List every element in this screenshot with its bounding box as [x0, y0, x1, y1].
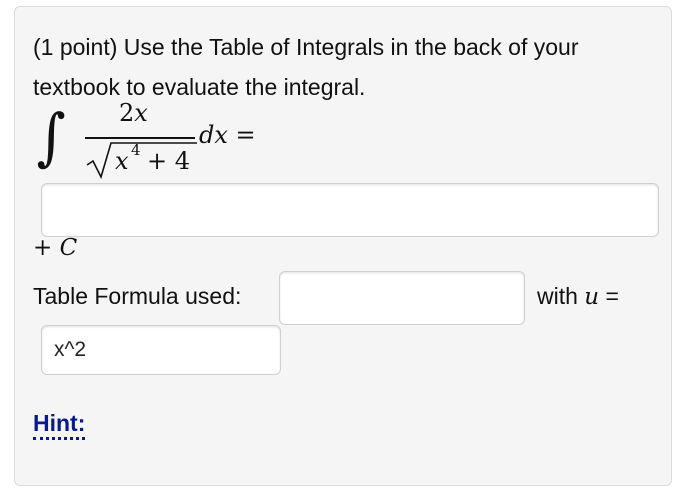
integral-expression: ∫ 2x x 4 + 4 dx = [33, 95, 313, 187]
constant-c: C [59, 235, 78, 261]
hint-link[interactable]: Hint: [33, 409, 86, 440]
plus-sign: + [33, 235, 53, 261]
with-text: with [537, 283, 578, 309]
plus-constant: + C [33, 235, 77, 261]
formula-input[interactable] [279, 271, 525, 325]
with-u-label: with u = [537, 283, 619, 310]
denominator-constant: + 4 [147, 147, 191, 175]
differential-equals: dx = [199, 121, 256, 149]
numerator-coefficient: 2 [119, 99, 135, 127]
fraction-bar [85, 137, 195, 139]
differential: dx [199, 121, 228, 149]
problem-card: (1 point) Use the Table of Integrals in … [14, 6, 672, 486]
denominator-exponent: 4 [131, 141, 141, 159]
numerator: 2x [119, 99, 148, 127]
formula-label: Table Formula used: [33, 283, 242, 309]
numerator-variable: x [134, 99, 148, 127]
u-equals-sign: = [605, 283, 619, 309]
u-variable: u [584, 284, 600, 310]
equals-sign: = [235, 121, 256, 149]
integral-sign: ∫ [36, 100, 66, 173]
answer-input[interactable] [41, 183, 659, 237]
u-substitution-input[interactable] [41, 325, 281, 375]
denominator-variable: x [115, 147, 129, 175]
